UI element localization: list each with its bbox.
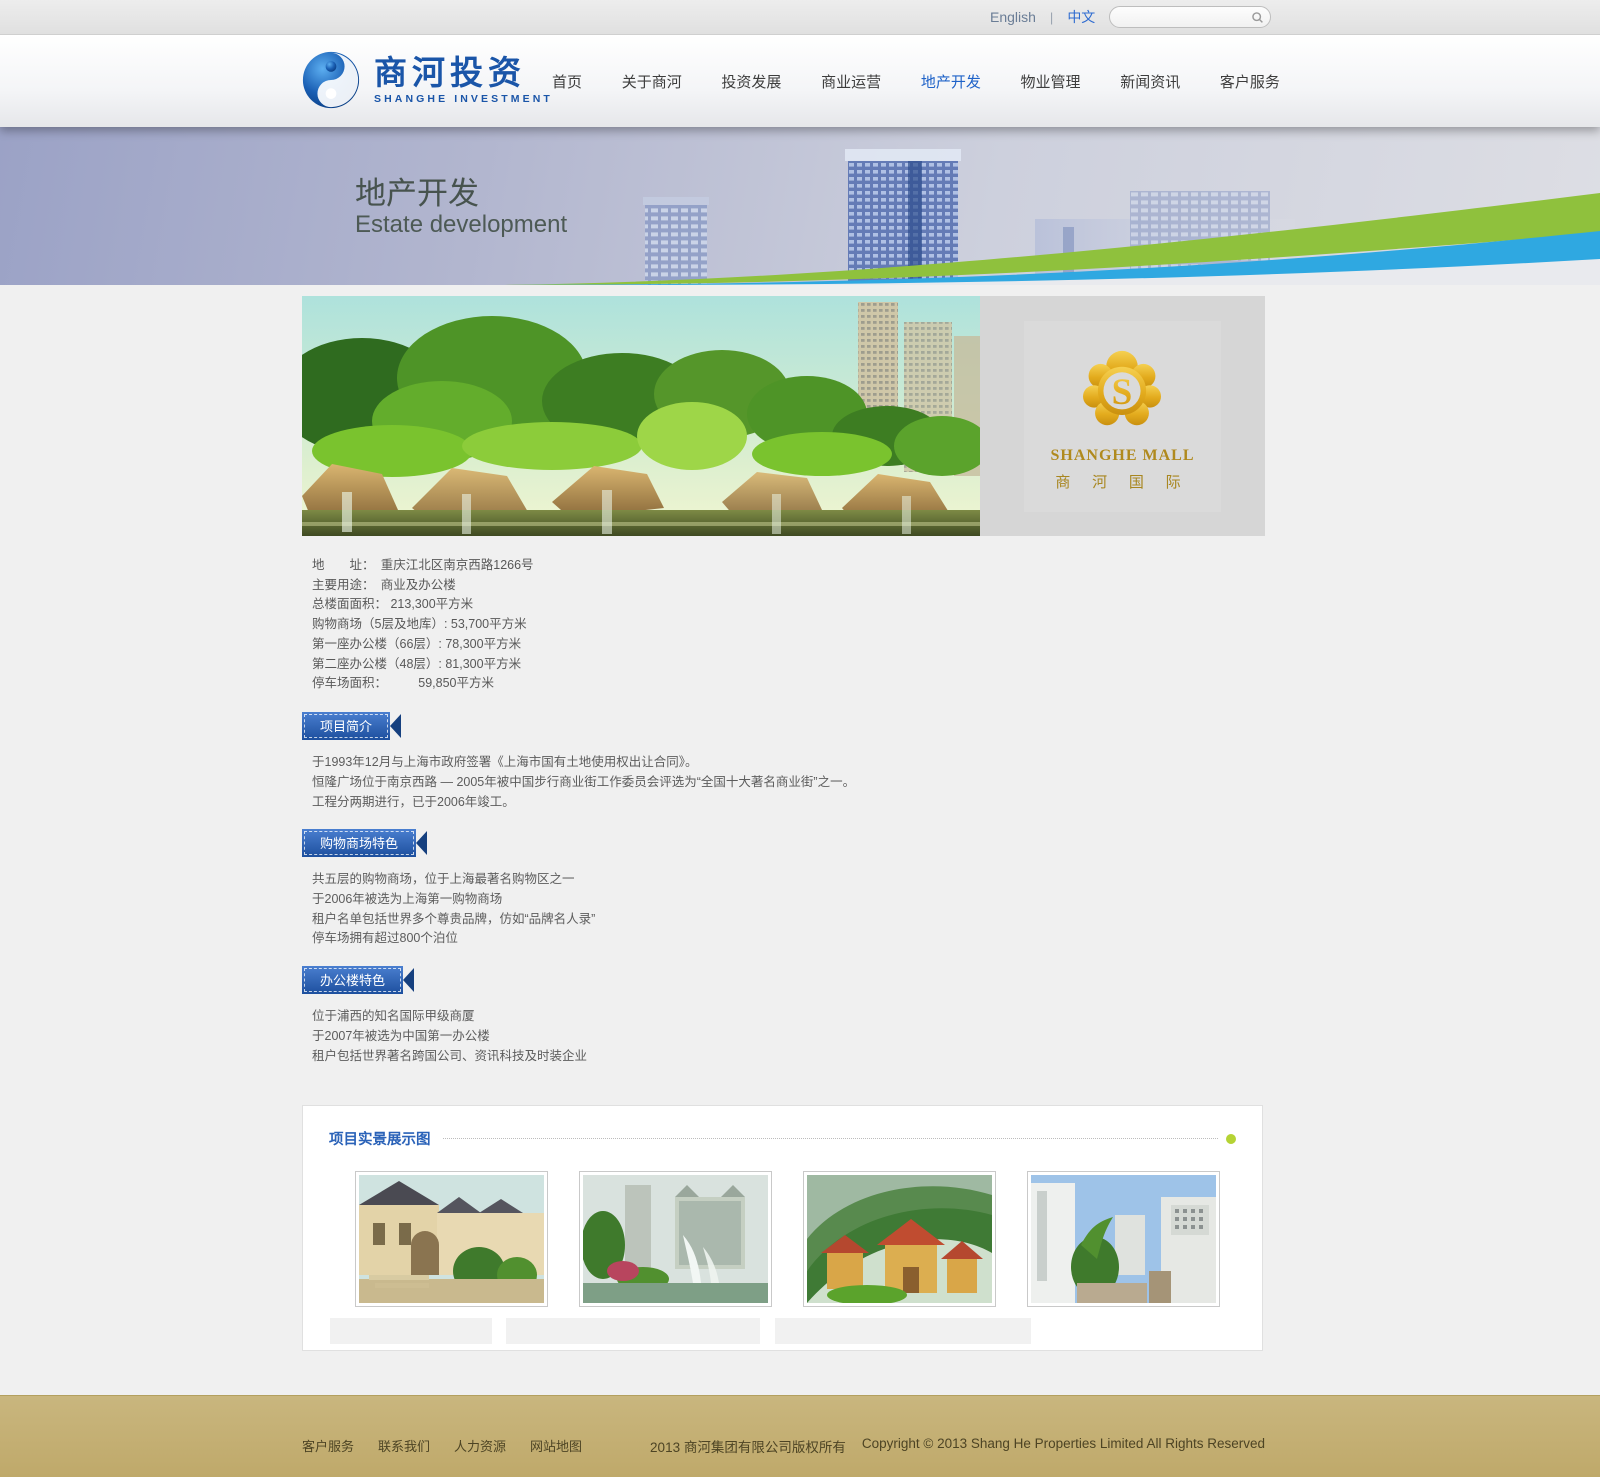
nav-property-management[interactable]: 物业管理 (1021, 71, 1081, 92)
mall-feature-line: 停车场拥有超过800个泊位 (312, 931, 458, 946)
footer-link-human-resources[interactable]: 人力资源 (454, 1436, 506, 1455)
detail-parking-area: 停车场面积： 59,850平方米 (312, 676, 494, 691)
shanghe-mall-emblem-icon: S (1083, 350, 1162, 425)
mall-emblem-letter: S (1112, 371, 1133, 412)
mall-feature-line: 于2006年被选为上海第一购物商场 (312, 891, 503, 906)
footer-copyright: 2013 商河集团有限公司版权所有 Copyright © 2013 Shang… (650, 1436, 1265, 1456)
logo-subtitle: SHANGHE INVESTMENT (374, 93, 553, 105)
lime-dot-icon (1226, 1133, 1236, 1144)
gallery-photo-hillside-villas[interactable] (803, 1171, 996, 1307)
detail-total-area: 总楼面面积： 213,300平方米 (312, 597, 474, 612)
footer-links: 客户服务 联系我们 人力资源 网站地图 (302, 1436, 582, 1455)
logo-title: 商河投资 (374, 54, 526, 91)
caption-bar (506, 1318, 760, 1344)
office-feature-line: 位于浦西的知名国际甲级商厦 (312, 1009, 475, 1023)
garden-landscape-photo (302, 296, 980, 536)
section-intro-text: 于1993年12月与上海市政府签署《上海市国有土地使用权出让合同》。 恒隆广场位… (312, 753, 855, 812)
mall-feature-line: 共五层的购物商场，位于上海最著名购物区之一 (312, 872, 575, 886)
detail-tower2-area: 第二座办公楼（48层）: 81,300平方米 (312, 656, 522, 671)
site-footer: 客户服务 联系我们 人力资源 网站地图 2013 商河集团有限公司版权所有 Co… (0, 1395, 1600, 1477)
detail-tower1-area: 第一座办公楼（66层）: 78,300平方米 (312, 636, 522, 651)
intro-line: 工程分两期进行，已于2006年竣工。 (312, 794, 515, 809)
lang-divider: | (1049, 9, 1054, 25)
section-ribbon-mall-features: 购物商场特色 (302, 829, 428, 857)
gallery-thumbs (303, 1171, 1262, 1307)
project-details: 地 址： 重庆江北区南京西路1266号 主要用途： 商业及办公楼 总楼面面积： … (312, 556, 534, 694)
search-input[interactable] (1122, 10, 1252, 24)
intro-line: 恒隆广场位于南京西路 — 2005年被中国步行商业街工作委员会评选为“全国十大著… (312, 774, 856, 789)
section-ribbon-intro: 项目简介 (302, 712, 402, 740)
mall-feature-line: 租户名单包括世界多个尊贵品牌，仿如“品牌名人录” (312, 911, 596, 926)
copyright-en: Copyright © 2013 Shang He Properties Lim… (861, 1436, 1265, 1451)
page-banner: 地产开发 Estate development (0, 127, 1600, 285)
copyright-zh: 2013 商河集团有限公司版权所有 (650, 1440, 846, 1455)
office-feature-line: 于2007年被选为中国第一办公楼 (312, 1028, 490, 1043)
top-utility-bar: English | 中文 (0, 0, 1600, 35)
ribbon-notch-icon (390, 714, 402, 738)
gallery-card: 项目实景展示图 (302, 1105, 1263, 1351)
gallery-photo-modern-white-buildings[interactable] (1027, 1171, 1220, 1307)
ribbon-notch-icon (403, 968, 415, 992)
section-mall-features-text: 共五层的购物商场，位于上海最著名购物区之一 于2006年被选为上海第一购物商场 … (312, 870, 595, 949)
logo-sphere-icon (302, 51, 360, 109)
banner-swoosh-decoration (500, 193, 1600, 285)
nav-news[interactable]: 新闻资讯 (1120, 71, 1180, 92)
search-box[interactable] (1109, 6, 1272, 28)
gallery-photo-residential-fountain[interactable] (579, 1171, 772, 1307)
caption-bar (775, 1318, 1031, 1344)
section-title-mall-features: 购物商场特色 (302, 829, 417, 857)
gallery-photo-villa-courtyard[interactable] (355, 1171, 548, 1307)
caption-bar (330, 1318, 492, 1344)
page-title-zh: 地产开发 (355, 176, 479, 211)
nav-estate-development[interactable]: 地产开发 (921, 71, 981, 92)
ribbon-notch-icon (416, 831, 428, 855)
nav-customer-service[interactable]: 客户服务 (1220, 71, 1280, 92)
search-icon[interactable] (1251, 11, 1264, 24)
caption-placeholders (303, 1318, 1262, 1344)
project-hero: S SHANGHE MALL 商 河 国 际 (302, 296, 1265, 536)
mall-name-zh: 商 河 国 际 (1055, 474, 1190, 491)
office-feature-line: 租户包括世界著名跨国公司、资讯科技及时装企业 (312, 1048, 588, 1063)
mall-name-en: SHANGHE MALL (1050, 446, 1195, 464)
nav-home[interactable]: 首页 (552, 71, 582, 92)
section-office-features-text: 位于浦西的知名国际甲级商厦 于2007年被选为中国第一办公楼 租户包括世界著名跨… (312, 1007, 587, 1066)
detail-mall-area: 购物商场（5层及地库）: 53,700平方米 (312, 617, 527, 632)
gallery-title: 项目实景展示图 (329, 1132, 431, 1148)
footer-link-customer-service[interactable]: 客户服务 (302, 1436, 354, 1455)
section-ribbon-office-features: 办公楼特色 (302, 966, 415, 994)
main-nav: 首页 关于商河 投资发展 商业运营 地产开发 物业管理 新闻资讯 客户服务 (552, 35, 1280, 127)
nav-about[interactable]: 关于商河 (622, 71, 682, 92)
lang-switch-english[interactable]: English (990, 9, 1036, 25)
nav-investment[interactable]: 投资发展 (721, 71, 781, 92)
company-logo[interactable]: 商河投资 SHANGHE INVESTMENT (300, 49, 553, 111)
footer-link-contact-us[interactable]: 联系我们 (378, 1436, 430, 1455)
site-header: 商河投资 SHANGHE INVESTMENT 首页 关于商河 投资发展 商业运… (0, 35, 1600, 127)
section-title-intro: 项目简介 (302, 712, 391, 740)
lang-switch-chinese[interactable]: 中文 (1067, 7, 1095, 27)
mall-brand-panel: S SHANGHE MALL 商 河 国 际 (980, 296, 1265, 536)
section-title-office-features: 办公楼特色 (302, 966, 404, 994)
detail-usage: 主要用途： 商业及办公楼 (312, 577, 456, 592)
nav-commercial[interactable]: 商业运营 (821, 71, 881, 92)
page-title-en: Estate development (355, 211, 568, 238)
footer-link-sitemap[interactable]: 网站地图 (530, 1436, 582, 1455)
dotted-leader (442, 1138, 1218, 1139)
detail-address: 地 址： 重庆江北区南京西路1266号 (312, 558, 534, 572)
intro-line: 于1993年12月与上海市政府签署《上海市国有土地使用权出让合同》。 (312, 755, 698, 769)
